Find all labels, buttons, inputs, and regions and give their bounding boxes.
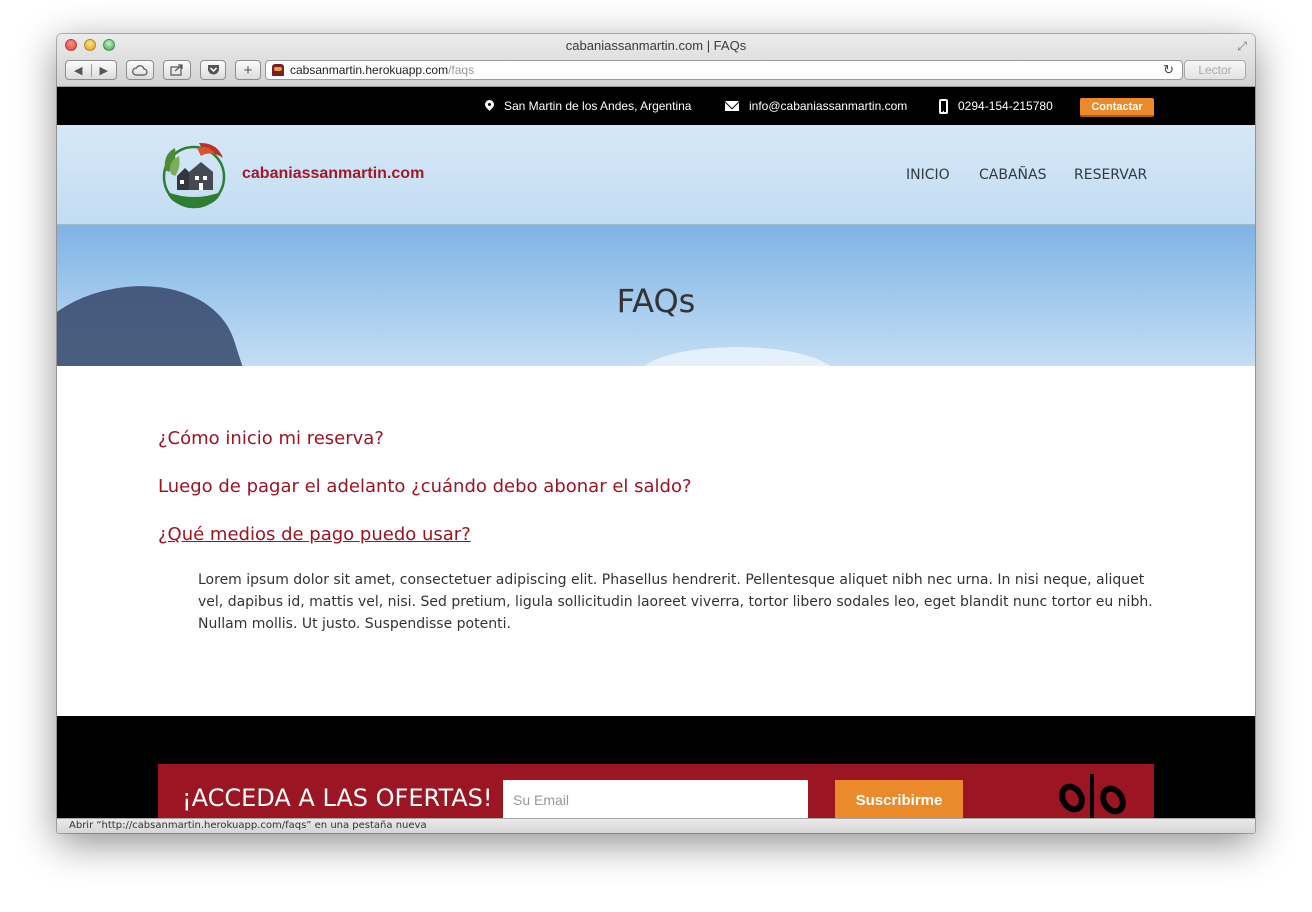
email-info[interactable]: info@cabaniassanmartin.com — [725, 87, 907, 125]
browser-window: cabaniassanmartin.com | FAQs ⤢ ◀ ▶ + cab… — [57, 34, 1255, 833]
phone-text[interactable]: 0294-154-215780 — [958, 99, 1053, 113]
newsletter-band: ¡ACCEDA A LAS OFERTAS! Suscribirme — [158, 764, 1154, 818]
icloud-icon — [132, 64, 148, 76]
pocket-button[interactable] — [200, 60, 226, 80]
mobile-phone-icon — [939, 98, 948, 114]
share-button[interactable] — [163, 60, 191, 80]
percent-icon — [1059, 774, 1126, 818]
hero-banner: FAQs — [57, 225, 1255, 366]
newsletter-email-input[interactable] — [503, 780, 808, 818]
url-host: cabsanmartin.herokuapp.com — [290, 63, 449, 77]
icloud-tabs-button[interactable] — [126, 60, 154, 80]
phone-info[interactable]: 0294-154-215780 — [939, 87, 1053, 125]
browser-toolbar: cabaniassanmartin.com | FAQs ⤢ ◀ ▶ + cab… — [57, 34, 1255, 87]
forward-icon[interactable]: ▶ — [90, 63, 117, 77]
nav-link-cabanas[interactable]: CABAÑAS — [979, 167, 1046, 183]
contact-topbar: San Martin de los Andes, Argentina info@… — [57, 87, 1255, 125]
web-page: San Martin de los Andes, Argentina info@… — [57, 87, 1255, 818]
nav-link-inicio[interactable]: INICIO — [906, 167, 950, 183]
faq-question-saldo[interactable]: Luego de pagar el adelanto ¿cuándo debo … — [158, 475, 1158, 523]
faq-answer: Lorem ipsum dolor sit amet, consectetuer… — [198, 572, 1153, 632]
email-text[interactable]: info@cabaniassanmartin.com — [749, 99, 907, 113]
plus-icon[interactable]: + — [235, 60, 261, 80]
subscribe-button[interactable]: Suscribirme — [835, 780, 963, 818]
site-footer: ¡ACCEDA A LAS OFERTAS! Suscribirme — [57, 716, 1255, 818]
reload-icon[interactable]: ↻ — [1163, 62, 1174, 78]
back-icon[interactable]: ◀ — [66, 64, 91, 77]
share-icon — [170, 64, 183, 76]
back-forward-buttons: ◀ ▶ — [65, 60, 117, 80]
faq-question-reserva[interactable]: ¿Cómo inicio mi reserva? — [158, 427, 1158, 475]
envelope-icon — [725, 101, 739, 111]
status-bar: Abrir “http://cabsanmartin.herokuapp.com… — [57, 818, 1255, 833]
location-text: San Martin de los Andes, Argentina — [504, 99, 692, 113]
contact-button[interactable]: Contactar — [1080, 98, 1154, 117]
site-favicon-icon — [272, 64, 284, 76]
logo-emblem-icon[interactable] — [157, 140, 231, 210]
location-info: San Martin de los Andes, Argentina — [485, 87, 691, 125]
pocket-icon — [207, 65, 219, 75]
reader-button[interactable]: Lector — [1184, 60, 1246, 80]
logo-text[interactable]: cabaniassanmartin.com — [242, 165, 424, 183]
site-header: cabaniassanmartin.com INICIO CABAÑAS RES… — [57, 125, 1255, 225]
faq-list: ¿Cómo inicio mi reserva? Luego de pagar … — [158, 427, 1158, 632]
address-bar[interactable]: cabsanmartin.herokuapp.com/faqs ↻ — [265, 60, 1183, 80]
page-title: FAQs — [616, 282, 696, 320]
newsletter-title: ¡ACCEDA A LAS OFERTAS! — [182, 784, 493, 812]
faq-question-medios-de-pago[interactable]: ¿Qué medios de pago puedo usar? — [158, 523, 1158, 571]
nav-link-reservar[interactable]: RESERVAR — [1074, 167, 1147, 183]
hero-cloud-shape — [637, 347, 837, 366]
window-title: cabaniassanmartin.com | FAQs — [565, 38, 747, 53]
map-pin-icon — [485, 100, 494, 113]
fullscreen-icon[interactable]: ⤢ — [1237, 39, 1247, 54]
url-path: /faqs — [448, 63, 475, 77]
